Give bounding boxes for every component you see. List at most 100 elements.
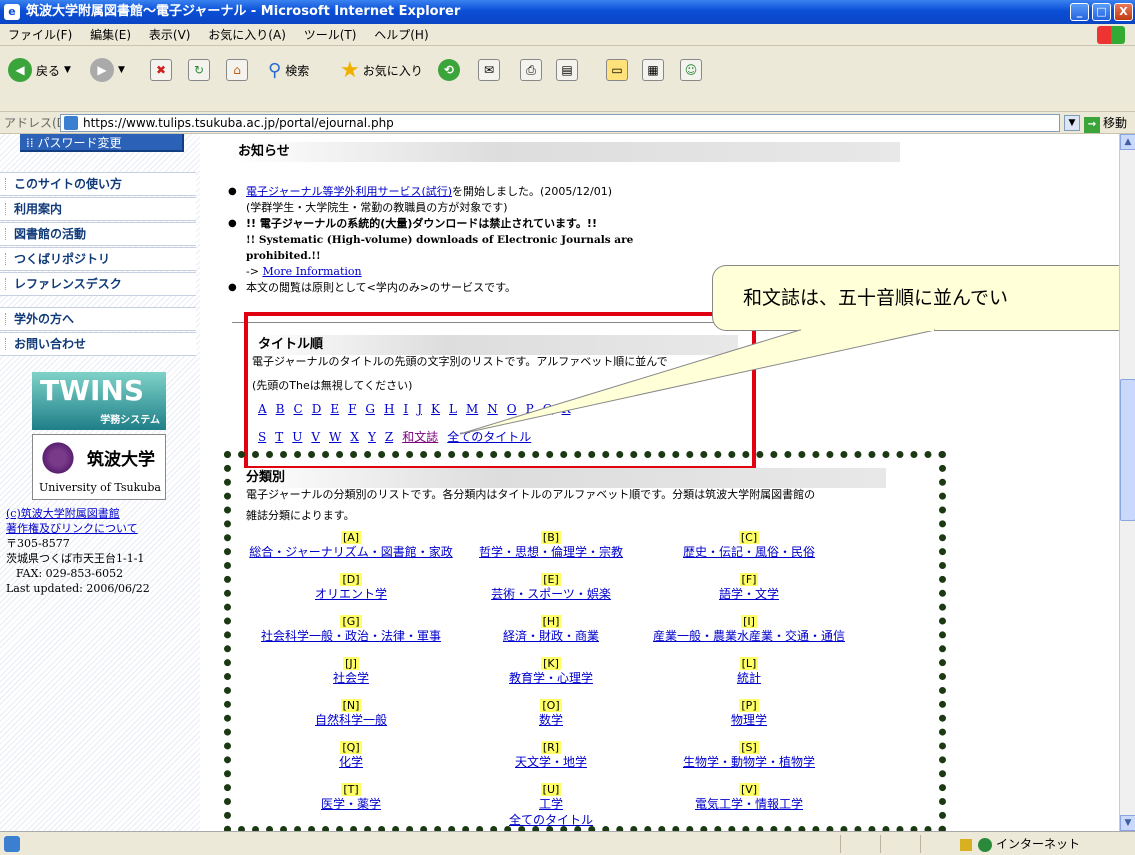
messenger-button[interactable]: ☺: [680, 56, 702, 84]
back-label: 戻る: [36, 63, 61, 78]
print-icon: ⎙: [520, 59, 542, 81]
mail-icon: ✉: [478, 59, 500, 81]
menu-file[interactable]: ファイル(F): [8, 28, 72, 42]
status-divider: [920, 835, 921, 853]
menu-edit[interactable]: 編集(E): [90, 28, 131, 42]
go-label: 移動: [1103, 116, 1128, 130]
highlight-dotted-box: [224, 451, 946, 831]
stop-button[interactable]: ✖: [150, 56, 172, 84]
history-icon: ⟲: [438, 59, 460, 81]
postal-address: 茨城県つくば市天王台1-1-1: [6, 552, 145, 565]
status-page-icon: [4, 836, 20, 852]
copyright-link[interactable]: (c)筑波大学附属図書館: [6, 507, 120, 520]
window-title: 筑波大学附属図書館〜電子ジャーナル - Microsoft Internet E…: [26, 4, 461, 19]
research-icon: ▦: [642, 59, 664, 81]
forward-button[interactable]: ▶ ▼: [90, 56, 125, 84]
nav-guide[interactable]: 利用案内: [0, 197, 196, 221]
maximize-button[interactable]: □: [1092, 3, 1111, 21]
arrow-text: ->: [246, 265, 259, 278]
mail-button[interactable]: ✉: [478, 56, 500, 84]
edit-button[interactable]: ▤: [556, 56, 578, 84]
discuss-button[interactable]: ▭: [606, 56, 628, 84]
refresh-button[interactable]: ↻: [188, 56, 210, 84]
search-icon: ⚲: [268, 59, 282, 81]
menu-bar: ファイル(F) 編集(E) 表示(V) お気に入り(A) ツール(T) ヘルプ(…: [0, 24, 1135, 46]
more-information-link[interactable]: More Information: [262, 265, 361, 278]
university-name-jp: 筑波大学: [87, 450, 155, 470]
zone-label: インターネット: [996, 837, 1081, 851]
home-button[interactable]: ⌂: [226, 56, 248, 84]
folder-icon: ▭: [606, 59, 628, 81]
university-crest-icon: [39, 441, 77, 475]
messenger-icon: ☺: [680, 59, 702, 81]
news-warning-jp: !! 電子ジャーナルの系統的(大量)ダウンロードは禁止されています。!!: [224, 216, 704, 232]
globe-icon: [978, 837, 992, 852]
vertical-scrollbar[interactable]: ▲ ▼: [1119, 134, 1135, 831]
print-button[interactable]: ⎙: [520, 56, 542, 84]
address-url: https://www.tulips.tsukuba.ac.jp/portal/…: [83, 116, 394, 130]
ie-logo-icon: e: [4, 4, 20, 20]
password-change-label: パスワード変更: [37, 136, 122, 150]
search-button[interactable]: ⚲ 検索: [268, 56, 309, 84]
minimize-button[interactable]: _: [1070, 3, 1089, 21]
offcampus-service-link[interactable]: 電子ジャーナル等学外利用サービス(試行): [246, 185, 452, 198]
scroll-up-icon[interactable]: ▲: [1120, 134, 1135, 150]
status-divider: [880, 835, 881, 853]
twins-subtitle: 学務システム: [100, 415, 160, 426]
status-divider: [840, 835, 841, 853]
menu-view[interactable]: 表示(V): [149, 28, 191, 42]
news-item-note: (学群学生・大学院生・常勤の教職員の方が対象です): [246, 201, 508, 214]
favorites-label: お気に入り: [362, 63, 423, 78]
last-updated: Last updated: 2006/06/22: [6, 582, 150, 595]
university-logo[interactable]: 筑波大学 University of Tsukuba: [32, 434, 166, 500]
security-zone: インターネット: [960, 832, 1080, 855]
lock-icon: [960, 838, 972, 851]
callout-bubble: 和文誌は、五十音順に並んでい: [712, 265, 1119, 331]
back-arrow-icon: ◀: [8, 58, 32, 82]
nav-reference-desk[interactable]: レファレンスデスク: [0, 272, 196, 296]
page-viewport: ⁞⁞ パスワード変更 このサイトの使い方 利用案内 図書館の活動 つくばリポジト…: [0, 134, 1119, 831]
news-warning-en: !! Systematic (High-volume) downloads of…: [246, 234, 634, 262]
address-input[interactable]: https://www.tulips.tsukuba.ac.jp/portal/…: [60, 114, 1060, 132]
twins-title: TWINS: [40, 374, 145, 407]
address-bar: アドレス(D) https://www.tulips.tsukuba.ac.jp…: [0, 112, 1135, 134]
news-list: 電子ジャーナル等学外利用サービス(試行)を開始しました。(2005/12/01)…: [224, 184, 704, 296]
nav-activities[interactable]: 図書館の活動: [0, 222, 196, 246]
status-bar: インターネット: [0, 831, 1135, 855]
nav-external-users[interactable]: 学外の方へ: [0, 307, 196, 331]
favorites-button[interactable]: ★ お気に入り: [340, 56, 423, 84]
scroll-down-icon[interactable]: ▼: [1120, 815, 1135, 831]
password-change-button[interactable]: ⁞⁞ パスワード変更: [20, 134, 184, 152]
refresh-icon: ↻: [188, 59, 210, 81]
go-button[interactable]: → 移動: [1084, 114, 1127, 133]
go-arrow-icon: →: [1084, 117, 1100, 133]
address-dropdown-icon[interactable]: ▼: [1064, 115, 1080, 131]
nav-repository[interactable]: つくばリポジトリ: [0, 247, 196, 271]
main-content: お知らせ 電子ジャーナル等学外利用サービス(試行)を開始しました。(2005/1…: [200, 134, 1119, 831]
window-titlebar: e 筑波大学附属図書館〜電子ジャーナル - Microsoft Internet…: [0, 0, 1135, 24]
grip-icon: ⁞⁞: [26, 136, 34, 150]
menu-help[interactable]: ヘルプ(H): [374, 28, 428, 42]
forward-arrow-icon: ▶: [90, 58, 114, 82]
search-label: 検索: [285, 63, 310, 78]
twins-banner[interactable]: TWINS 学務システム: [32, 372, 166, 430]
back-button[interactable]: ◀ 戻る ▼: [8, 56, 71, 84]
history-button[interactable]: ⟲: [438, 56, 464, 84]
news-item: 電子ジャーナル等学外利用サービス(試行)を開始しました。(2005/12/01): [224, 184, 704, 200]
news-heading: お知らせ: [232, 142, 900, 162]
nav-contact[interactable]: お問い合わせ: [0, 332, 196, 356]
menu-favorites[interactable]: お気に入り(A): [208, 28, 286, 42]
windows-logo-icon: [1097, 26, 1125, 44]
scroll-thumb[interactable]: [1120, 379, 1135, 521]
stop-icon: ✖: [150, 59, 172, 81]
close-button[interactable]: X: [1114, 3, 1133, 21]
research-button[interactable]: ▦: [642, 56, 664, 84]
sidebar: ⁞⁞ パスワード変更 このサイトの使い方 利用案内 図書館の活動 つくばリポジト…: [0, 134, 200, 831]
menu-tools[interactable]: ツール(T): [304, 28, 357, 42]
forward-dropdown-icon[interactable]: ▼: [118, 65, 125, 75]
nav-how-to-use[interactable]: このサイトの使い方: [0, 172, 196, 196]
back-dropdown-icon[interactable]: ▼: [64, 65, 71, 75]
toolbar: ◀ 戻る ▼ ▶ ▼ ✖ ↻ ⌂ ⚲ 検索 ★ お気に入り ⟲ ✉ ⎙ ▤ ▭ …: [0, 46, 1135, 112]
highlight-red-box: [244, 312, 756, 470]
copyright-policy-link[interactable]: 著作権及びリンクについて: [6, 522, 138, 535]
